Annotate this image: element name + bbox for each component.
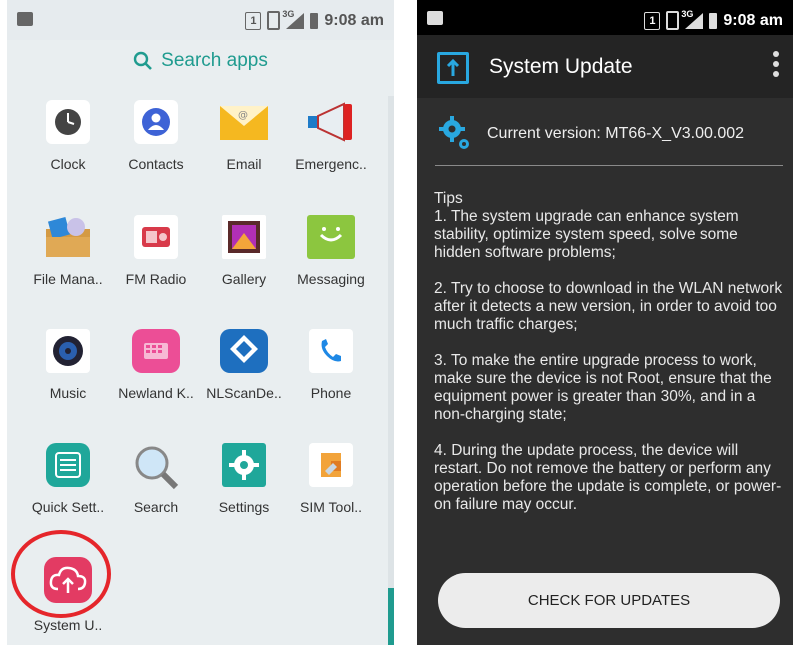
app-label: SIM Tool.. — [300, 499, 362, 515]
scrollbar-thumb[interactable] — [388, 588, 394, 645]
app-bar: System Update — [417, 35, 793, 98]
system-update-screen: 1 3G 9:08 am System Update Current versi… — [417, 0, 793, 645]
app-label: Settings — [218, 499, 270, 515]
search-icon — [133, 51, 153, 70]
scrollbar-track[interactable] — [388, 96, 394, 645]
vibrate-icon — [267, 11, 281, 30]
battery-icon — [310, 12, 319, 29]
nlscan-icon — [220, 329, 268, 373]
app-label: Gallery — [221, 271, 267, 287]
gear-icon — [222, 443, 266, 487]
app-messaging[interactable]: Messaging — [287, 215, 375, 287]
app-label: Emergenc.. — [295, 156, 367, 172]
music-icon — [46, 329, 90, 373]
contacts-icon — [134, 100, 178, 144]
app-email[interactable]: @ Email — [200, 100, 288, 172]
magnifier-icon — [130, 443, 182, 490]
messaging-icon — [307, 215, 355, 259]
app-label: File Mana.. — [33, 271, 103, 287]
app-label: Search — [133, 499, 179, 515]
divider — [435, 165, 783, 166]
current-version-text: Current version: MT66-X_V3.00.002 — [487, 125, 745, 142]
svg-text:@: @ — [238, 110, 248, 121]
search-apps-bar[interactable]: Search apps — [7, 50, 394, 90]
app-label: Clock — [50, 156, 86, 172]
tips-section: Tips 1. The system upgrade can enhance s… — [434, 190, 784, 532]
gallery-icon — [222, 215, 266, 259]
tip-4: 4. During the update process, the device… — [434, 442, 782, 513]
app-label: Contacts — [128, 156, 184, 172]
update-app-icon — [437, 52, 469, 84]
app-contacts[interactable]: Contacts — [112, 100, 200, 172]
app-label: Music — [49, 385, 87, 401]
app-label: Messaging — [297, 271, 365, 287]
app-label: FM Radio — [125, 271, 187, 287]
app-search[interactable]: Search — [112, 443, 200, 515]
app-fm-radio[interactable]: FM Radio — [112, 215, 200, 287]
vibrate-icon — [666, 11, 680, 30]
status-time: 9:08 am — [723, 11, 783, 29]
search-apps-label: Search apps — [161, 50, 268, 71]
overflow-menu-icon[interactable] — [773, 51, 779, 81]
app-label: NLScanDe.. — [206, 385, 282, 401]
app-clock[interactable]: Clock — [24, 100, 112, 172]
app-label: Email — [226, 156, 262, 172]
radio-icon — [134, 215, 178, 259]
signal-icon: 3G — [681, 9, 704, 29]
status-bar: 1 3G 9:08 am — [7, 0, 394, 40]
tips-heading: Tips — [434, 190, 463, 207]
app-nlscan[interactable]: NLScanDe.. — [200, 329, 288, 401]
email-icon: @ — [218, 100, 270, 144]
app-gallery[interactable]: Gallery — [200, 215, 288, 287]
app-music[interactable]: Music — [24, 329, 112, 401]
sim-slot-icon: 1 — [245, 11, 262, 30]
sim-slot-icon: 1 — [644, 11, 661, 30]
status-bar: 1 3G 9:08 am — [417, 0, 793, 35]
app-sim-toolkit[interactable]: SIM Tool.. — [287, 443, 375, 515]
tip-1: 1. The system upgrade can enhance system… — [434, 208, 739, 261]
check-for-updates-button[interactable]: CHECK FOR UPDATES — [438, 573, 780, 628]
app-label: Quick Sett.. — [31, 499, 105, 515]
app-quick-settings[interactable]: Quick Sett.. — [24, 443, 112, 515]
emergency-megaphone-icon — [304, 100, 358, 144]
app-newland-keyboard[interactable]: Newland K.. — [112, 329, 200, 401]
tip-3: 3. To make the entire upgrade process to… — [434, 352, 772, 423]
app-label: System U.. — [33, 617, 103, 633]
settings-gears-icon — [439, 116, 471, 152]
quick-settings-icon — [46, 443, 90, 487]
sim-toolkit-icon — [309, 443, 353, 487]
app-phone[interactable]: Phone — [287, 329, 375, 401]
app-settings[interactable]: Settings — [200, 443, 288, 515]
signal-icon: 3G — [282, 9, 305, 29]
app-label: Newland K.. — [118, 385, 194, 401]
clock-icon — [46, 100, 90, 144]
highlight-circle — [11, 530, 111, 618]
app-emergency[interactable]: Emergenc.. — [287, 100, 375, 172]
app-file-manager[interactable]: File Mana.. — [24, 215, 112, 287]
app-label: Phone — [310, 385, 352, 401]
page-title: System Update — [489, 55, 633, 78]
status-time: 9:08 am — [324, 11, 384, 29]
battery-icon — [709, 12, 718, 29]
image-notification-icon — [17, 12, 33, 26]
app-drawer-screen: 1 3G 9:08 am Search apps Clock Contacts — [7, 0, 394, 645]
tip-2: 2. Try to choose to download in the WLAN… — [434, 280, 783, 333]
file-manager-icon — [42, 215, 94, 259]
image-notification-icon — [427, 11, 443, 25]
keyboard-icon — [132, 329, 180, 373]
phone-icon — [309, 329, 353, 373]
